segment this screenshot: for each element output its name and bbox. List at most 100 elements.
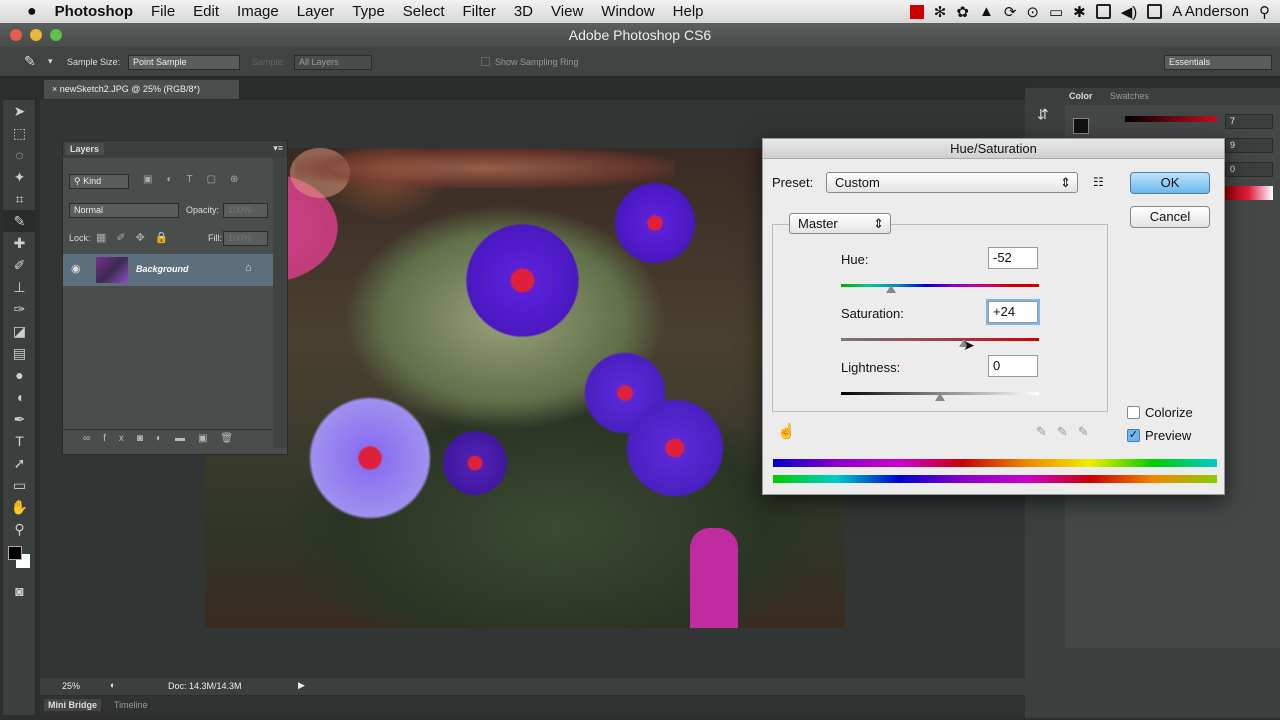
gradient-tool-icon[interactable]: ▤: [3, 342, 36, 364]
red-value[interactable]: 7: [1225, 114, 1273, 129]
pen-tool-icon[interactable]: ✒: [3, 408, 36, 430]
stamp-tool-icon[interactable]: ⊥: [3, 276, 36, 298]
quick-mask-icon[interactable]: ◙: [3, 580, 36, 602]
sync-icon[interactable]: ⟳: [1004, 3, 1017, 21]
record-icon[interactable]: [909, 4, 924, 19]
hand-tool-icon[interactable]: ✋: [3, 496, 36, 518]
keyboard-icon[interactable]: [1147, 4, 1163, 19]
color-swatches[interactable]: [3, 540, 35, 580]
menu-file[interactable]: File: [142, 3, 184, 20]
sample-size-select[interactable]: Point Sample: [128, 55, 240, 70]
preview-checkbox[interactable]: ✓: [1127, 429, 1140, 442]
saturation-slider[interactable]: [841, 338, 1039, 341]
eyedropper-icons[interactable]: ✎✎✎: [1036, 424, 1099, 440]
eraser-tool-icon[interactable]: ◪: [3, 320, 36, 342]
visibility-eye-icon[interactable]: ◉: [71, 262, 81, 275]
apple-menu[interactable]: ●: [18, 3, 46, 21]
gear-icon[interactable]: ✻: [934, 3, 947, 21]
marquee-tool-icon[interactable]: ⬚: [3, 122, 36, 144]
eyedropper-tool-icon[interactable]: ✎: [3, 210, 36, 232]
targeted-adjustment-hand-icon[interactable]: ☝: [777, 422, 796, 440]
preset-select[interactable]: Custom ⇕: [826, 172, 1078, 193]
fill-input[interactable]: 100%: [223, 231, 268, 246]
layer-actions[interactable]: ∞fx◙◐▬▣🗑: [63, 429, 273, 447]
document-image[interactable]: [205, 148, 845, 628]
menu-type[interactable]: Type: [343, 3, 394, 20]
layer-filter-select[interactable]: ⚲ Kind: [69, 174, 129, 189]
layers-scrollbar[interactable]: [273, 158, 287, 448]
tool-preset-dropdown[interactable]: ▾: [48, 56, 53, 67]
channel-select[interactable]: Master ⇕: [789, 213, 891, 234]
document-tab[interactable]: × newSketch2.JPG @ 25% (RGB/8*): [44, 80, 239, 99]
history-brush-tool-icon[interactable]: ✑: [3, 298, 36, 320]
preset-options-icon[interactable]: ☷: [1093, 175, 1104, 189]
menu-select[interactable]: Select: [394, 3, 454, 20]
move-tool-icon[interactable]: ➤: [3, 100, 36, 122]
tab-timeline[interactable]: Timeline: [114, 700, 148, 710]
lasso-tool-icon[interactable]: ◌: [3, 144, 36, 166]
minimize-button[interactable]: [30, 29, 42, 41]
close-button[interactable]: [10, 29, 22, 41]
history-icon[interactable]: ⇵: [1037, 106, 1049, 123]
opacity-input[interactable]: 100%: [223, 203, 268, 218]
green-value[interactable]: 9: [1225, 138, 1273, 153]
hue-slider-thumb[interactable]: [885, 285, 896, 293]
timemachine-icon[interactable]: ⊙: [1026, 3, 1039, 21]
blue-value[interactable]: 0: [1225, 162, 1273, 177]
user-name[interactable]: A Anderson: [1172, 3, 1249, 20]
tab-swatches[interactable]: Swatches: [1110, 91, 1149, 101]
zoom-level[interactable]: 25%: [62, 681, 80, 691]
blur-tool-icon[interactable]: ●: [3, 364, 36, 386]
crop-tool-icon[interactable]: ⌗: [3, 188, 36, 210]
menu-window[interactable]: Window: [592, 3, 663, 20]
hue-slider[interactable]: [841, 284, 1039, 287]
panel-menu-icon[interactable]: ▾≡: [273, 143, 283, 154]
zoom-tool-icon[interactable]: ⚲: [3, 518, 36, 540]
paw-icon[interactable]: ✿: [956, 3, 969, 21]
show-ring-checkbox[interactable]: [481, 57, 490, 66]
red-slider[interactable]: [1125, 116, 1217, 122]
saturation-input[interactable]: +24: [988, 301, 1038, 323]
menu-view[interactable]: View: [542, 3, 592, 20]
color-ramp[interactable]: [1225, 186, 1273, 200]
tab-mini-bridge[interactable]: Mini Bridge: [44, 699, 101, 711]
dodge-tool-icon[interactable]: ◖: [3, 386, 36, 408]
workspace-select[interactable]: Essentials: [1164, 55, 1272, 70]
menu-filter[interactable]: Filter: [454, 3, 505, 20]
shape-tool-icon[interactable]: ▭: [3, 474, 36, 496]
menu-edit[interactable]: Edit: [184, 3, 228, 20]
zoom-button[interactable]: [50, 29, 62, 41]
ok-button[interactable]: OK: [1130, 172, 1210, 194]
path-select-tool-icon[interactable]: ➚: [3, 452, 36, 474]
lightness-slider-thumb[interactable]: [935, 393, 945, 401]
menu-layer[interactable]: Layer: [288, 3, 344, 20]
sample-select[interactable]: All Layers: [294, 55, 372, 70]
filter-icons[interactable]: ▣◐T▢⊕: [143, 174, 252, 185]
foreground-color[interactable]: [8, 546, 22, 560]
layer-row-background[interactable]: ◉ Background ⌂: [63, 254, 273, 286]
layer-name[interactable]: Background: [136, 264, 189, 274]
bell-icon[interactable]: ▲: [979, 3, 994, 20]
spotlight-icon[interactable]: ⚲: [1259, 3, 1270, 21]
cancel-button[interactable]: Cancel: [1130, 206, 1210, 228]
display-icon[interactable]: ▭: [1049, 3, 1063, 21]
tab-color[interactable]: Color: [1069, 91, 1093, 101]
menu-app[interactable]: Photoshop: [46, 3, 142, 20]
status-menu-arrow[interactable]: ▶: [298, 680, 305, 691]
menu-help[interactable]: Help: [664, 3, 713, 20]
bluetooth-icon[interactable]: ✱: [1073, 3, 1086, 21]
lightness-input[interactable]: 0: [988, 355, 1038, 377]
healing-tool-icon[interactable]: ✚: [3, 232, 36, 254]
menu-image[interactable]: Image: [228, 3, 288, 20]
hue-input[interactable]: -52: [988, 247, 1038, 269]
colorize-checkbox[interactable]: [1127, 406, 1140, 419]
type-tool-icon[interactable]: T: [3, 430, 36, 452]
lock-icons[interactable]: ▦✐✥🔒: [96, 231, 179, 244]
blend-mode-select[interactable]: Normal: [69, 203, 179, 218]
eyedropper-icon[interactable]: ✎: [24, 53, 36, 70]
foreground-swatch[interactable]: [1073, 118, 1089, 134]
brush-tool-icon[interactable]: ✐: [3, 254, 36, 276]
status-icon[interactable]: ◐: [110, 680, 115, 690]
screen-icon[interactable]: [1095, 4, 1111, 19]
menu-3d[interactable]: 3D: [505, 3, 542, 20]
